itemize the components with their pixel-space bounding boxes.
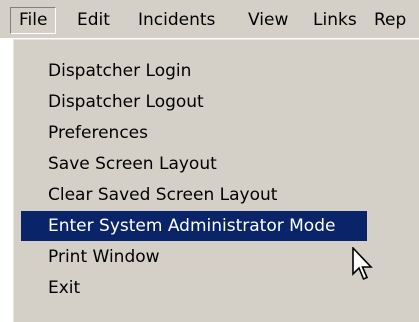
menu-item-dispatcher-logout[interactable]: Dispatcher Logout	[21, 87, 367, 117]
application-window: File Edit Incidents View Links Rep Dispa…	[0, 0, 419, 322]
menu-view[interactable]: View	[240, 7, 296, 34]
menu-item-enter-system-administrator-mode[interactable]: Enter System Administrator Mode	[21, 211, 367, 241]
menu-bar: File Edit Incidents View Links Rep	[0, 0, 419, 38]
menu-item-dispatcher-login[interactable]: Dispatcher Login	[21, 56, 367, 86]
menu-item-save-screen-layout[interactable]: Save Screen Layout	[21, 149, 367, 179]
menu-item-print-window[interactable]: Print Window	[21, 242, 367, 272]
menu-edit[interactable]: Edit	[69, 7, 118, 34]
menu-item-preferences[interactable]: Preferences	[21, 118, 367, 148]
menu-file[interactable]: File	[10, 7, 57, 34]
menu-incidents[interactable]: Incidents	[130, 7, 223, 34]
menu-reports[interactable]: Rep	[366, 7, 414, 34]
menu-item-exit[interactable]: Exit	[21, 273, 367, 303]
menu-links[interactable]: Links	[305, 7, 365, 34]
file-menu-dropdown: Dispatcher Login Dispatcher Logout Prefe…	[12, 38, 419, 322]
menu-item-clear-saved-screen-layout[interactable]: Clear Saved Screen Layout	[21, 180, 367, 210]
